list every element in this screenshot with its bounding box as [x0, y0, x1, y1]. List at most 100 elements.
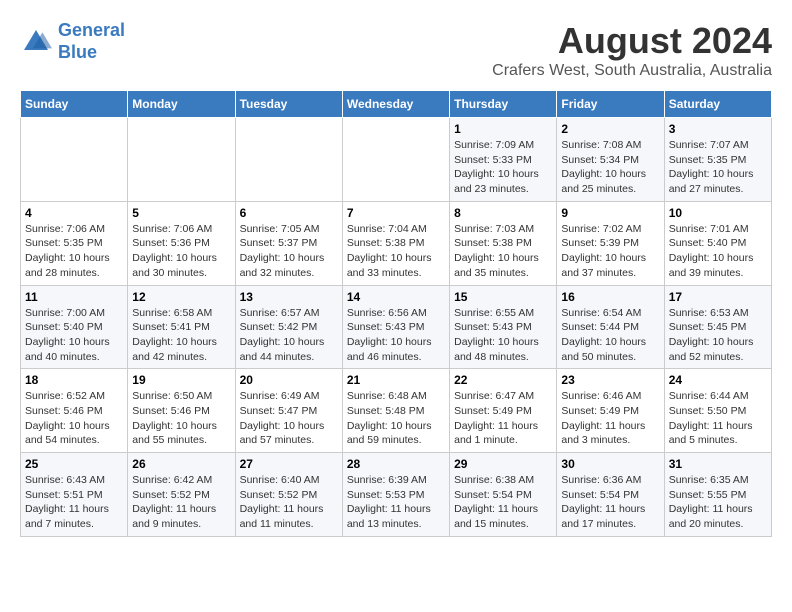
day-info: Sunrise: 6:38 AM Sunset: 5:54 PM Dayligh… — [454, 473, 552, 532]
day-info: Sunrise: 7:08 AM Sunset: 5:34 PM Dayligh… — [561, 138, 659, 197]
day-number: 15 — [454, 290, 552, 304]
day-info: Sunrise: 7:04 AM Sunset: 5:38 PM Dayligh… — [347, 222, 445, 281]
day-number: 24 — [669, 373, 767, 387]
day-info: Sunrise: 6:42 AM Sunset: 5:52 PM Dayligh… — [132, 473, 230, 532]
day-number: 8 — [454, 206, 552, 220]
calendar-cell: 12Sunrise: 6:58 AM Sunset: 5:41 PM Dayli… — [128, 285, 235, 369]
calendar-cell: 17 Sunrise: 6:53 AM Sunset: 5:45 PM Dayli… — [664, 285, 771, 369]
weekday-header-row: SundayMondayTuesdayWednesdayThursdayFrid… — [21, 91, 772, 118]
day-info: Sunrise: 7:02 AM Sunset: 5:39 PM Dayligh… — [561, 222, 659, 281]
day-info: Sunrise: 7:01 AM Sunset: 5:40 PM Dayligh… — [669, 222, 767, 281]
day-number: 22 — [454, 373, 552, 387]
day-number: 6 — [240, 206, 338, 220]
calendar-cell: 1Sunrise: 7:09 AM Sunset: 5:33 PM Daylig… — [450, 118, 557, 202]
day-info: Sunrise: 6:35 AM Sunset: 5:55 PM Dayligh… — [669, 473, 767, 532]
calendar-cell: 19 Sunrise: 6:50 AM Sunset: 5:46 PM Dayli… — [128, 369, 235, 453]
calendar-cell — [128, 118, 235, 202]
day-info: Sunrise: 6:47 AM Sunset: 5:49 PM Dayligh… — [454, 389, 552, 448]
day-info: Sunrise: 6:53 AM Sunset: 5:45 PM Dayligh… — [669, 306, 767, 365]
day-number: 13 — [240, 290, 338, 304]
title-block: August 2024 Crafers West, South Australi… — [492, 20, 772, 80]
calendar-cell: 10Sunrise: 7:01 AM Sunset: 5:40 PM Dayli… — [664, 201, 771, 285]
day-number: 19 — [132, 373, 230, 387]
day-number: 16 — [561, 290, 659, 304]
calendar-week-row: 25Sunrise: 6:43 AM Sunset: 5:51 PM Dayli… — [21, 453, 772, 537]
day-number: 9 — [561, 206, 659, 220]
day-number: 3 — [669, 122, 767, 136]
logo-text: General Blue — [58, 20, 125, 63]
calendar-cell: 9 Sunrise: 7:02 AM Sunset: 5:39 PM Daylig… — [557, 201, 664, 285]
logo-icon — [20, 26, 52, 58]
day-number: 17 — [669, 290, 767, 304]
day-info: Sunrise: 7:05 AM Sunset: 5:37 PM Dayligh… — [240, 222, 338, 281]
calendar-week-row: 18Sunrise: 6:52 AM Sunset: 5:46 PM Dayli… — [21, 369, 772, 453]
calendar-table: SundayMondayTuesdayWednesdayThursdayFrid… — [20, 90, 772, 537]
calendar-cell: 30 Sunrise: 6:36 AM Sunset: 5:54 PM Dayli… — [557, 453, 664, 537]
day-info: Sunrise: 6:49 AM Sunset: 5:47 PM Dayligh… — [240, 389, 338, 448]
day-number: 31 — [669, 457, 767, 471]
day-info: Sunrise: 7:07 AM Sunset: 5:35 PM Dayligh… — [669, 138, 767, 197]
day-number: 18 — [25, 373, 123, 387]
day-info: Sunrise: 6:36 AM Sunset: 5:54 PM Dayligh… — [561, 473, 659, 532]
day-info: Sunrise: 6:40 AM Sunset: 5:52 PM Dayligh… — [240, 473, 338, 532]
weekday-header: Monday — [128, 91, 235, 118]
day-number: 28 — [347, 457, 445, 471]
day-number: 11 — [25, 290, 123, 304]
calendar-week-row: 1Sunrise: 7:09 AM Sunset: 5:33 PM Daylig… — [21, 118, 772, 202]
calendar-cell: 21Sunrise: 6:48 AM Sunset: 5:48 PM Dayli… — [342, 369, 449, 453]
calendar-cell — [235, 118, 342, 202]
logo: General Blue — [20, 20, 125, 63]
calendar-cell: 31 Sunrise: 6:35 AM Sunset: 5:55 PM Dayli… — [664, 453, 771, 537]
day-info: Sunrise: 6:56 AM Sunset: 5:43 PM Dayligh… — [347, 306, 445, 365]
day-number: 12 — [132, 290, 230, 304]
calendar-cell: 25Sunrise: 6:43 AM Sunset: 5:51 PM Dayli… — [21, 453, 128, 537]
day-info: Sunrise: 7:03 AM Sunset: 5:38 PM Dayligh… — [454, 222, 552, 281]
page-header: General Blue August 2024 Crafers West, S… — [20, 20, 772, 80]
calendar-cell: 13 Sunrise: 6:57 AM Sunset: 5:42 PM Dayli… — [235, 285, 342, 369]
calendar-cell — [21, 118, 128, 202]
weekday-header: Wednesday — [342, 91, 449, 118]
calendar-cell: 23 Sunrise: 6:46 AM Sunset: 5:49 PM Dayli… — [557, 369, 664, 453]
day-info: Sunrise: 6:57 AM Sunset: 5:42 PM Dayligh… — [240, 306, 338, 365]
calendar-cell: 18Sunrise: 6:52 AM Sunset: 5:46 PM Dayli… — [21, 369, 128, 453]
main-title: August 2024 — [492, 20, 772, 62]
calendar-cell: 3 Sunrise: 7:07 AM Sunset: 5:35 PM Daylig… — [664, 118, 771, 202]
calendar-cell: 8 Sunrise: 7:03 AM Sunset: 5:38 PM Daylig… — [450, 201, 557, 285]
calendar-cell: 29 Sunrise: 6:38 AM Sunset: 5:54 PM Dayli… — [450, 453, 557, 537]
day-info: Sunrise: 6:55 AM Sunset: 5:43 PM Dayligh… — [454, 306, 552, 365]
day-info: Sunrise: 7:00 AM Sunset: 5:40 PM Dayligh… — [25, 306, 123, 365]
weekday-header: Tuesday — [235, 91, 342, 118]
calendar-cell: 20 Sunrise: 6:49 AM Sunset: 5:47 PM Dayli… — [235, 369, 342, 453]
day-info: Sunrise: 7:09 AM Sunset: 5:33 PM Dayligh… — [454, 138, 552, 197]
day-info: Sunrise: 7:06 AM Sunset: 5:36 PM Dayligh… — [132, 222, 230, 281]
calendar-cell: 28Sunrise: 6:39 AM Sunset: 5:53 PM Dayli… — [342, 453, 449, 537]
calendar-cell: 6 Sunrise: 7:05 AM Sunset: 5:37 PM Daylig… — [235, 201, 342, 285]
day-number: 5 — [132, 206, 230, 220]
calendar-cell: 22 Sunrise: 6:47 AM Sunset: 5:49 PM Dayli… — [450, 369, 557, 453]
weekday-header: Thursday — [450, 91, 557, 118]
day-number: 29 — [454, 457, 552, 471]
day-number: 30 — [561, 457, 659, 471]
calendar-week-row: 11 Sunrise: 7:00 AM Sunset: 5:40 PM Dayli… — [21, 285, 772, 369]
subtitle: Crafers West, South Australia, Australia — [492, 62, 772, 80]
day-info: Sunrise: 6:50 AM Sunset: 5:46 PM Dayligh… — [132, 389, 230, 448]
calendar-cell: 14 Sunrise: 6:56 AM Sunset: 5:43 PM Dayli… — [342, 285, 449, 369]
day-number: 21 — [347, 373, 445, 387]
calendar-cell: 4 Sunrise: 7:06 AM Sunset: 5:35 PM Daylig… — [21, 201, 128, 285]
calendar-cell: 26 Sunrise: 6:42 AM Sunset: 5:52 PM Dayli… — [128, 453, 235, 537]
calendar-cell: 5 Sunrise: 7:06 AM Sunset: 5:36 PM Daylig… — [128, 201, 235, 285]
calendar-cell: 7Sunrise: 7:04 AM Sunset: 5:38 PM Daylig… — [342, 201, 449, 285]
day-number: 4 — [25, 206, 123, 220]
day-number: 27 — [240, 457, 338, 471]
day-number: 14 — [347, 290, 445, 304]
weekday-header: Sunday — [21, 91, 128, 118]
day-number: 20 — [240, 373, 338, 387]
calendar-week-row: 4 Sunrise: 7:06 AM Sunset: 5:35 PM Daylig… — [21, 201, 772, 285]
calendar-cell: 11 Sunrise: 7:00 AM Sunset: 5:40 PM Dayli… — [21, 285, 128, 369]
logo-line2: Blue — [58, 42, 97, 62]
day-number: 26 — [132, 457, 230, 471]
day-number: 23 — [561, 373, 659, 387]
day-info: Sunrise: 6:46 AM Sunset: 5:49 PM Dayligh… — [561, 389, 659, 448]
day-info: Sunrise: 7:06 AM Sunset: 5:35 PM Dayligh… — [25, 222, 123, 281]
calendar-cell: 2Sunrise: 7:08 AM Sunset: 5:34 PM Daylig… — [557, 118, 664, 202]
